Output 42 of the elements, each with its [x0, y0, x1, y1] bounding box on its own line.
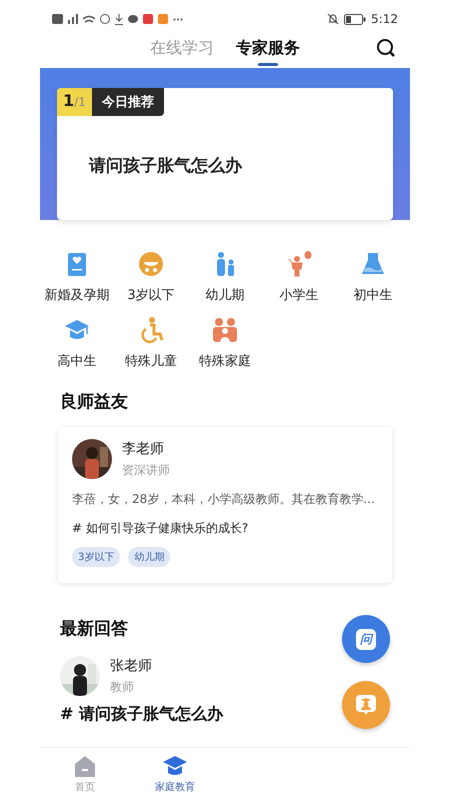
home-icon	[73, 754, 97, 776]
signal-icon	[68, 14, 78, 24]
battery-icon	[344, 14, 366, 24]
search-icon[interactable]	[376, 38, 396, 58]
app-icon	[143, 14, 153, 24]
teacher-bio: 李蓓，女，28岁，本科，小学高级教师。其在教育教学...	[72, 491, 376, 508]
teacher-name: 张老师	[110, 656, 152, 674]
category-item[interactable]: 小学生	[262, 250, 336, 304]
teacher-topic: # 如何引导孩子健康快乐的成长?	[72, 520, 250, 537]
teacher-icon	[354, 693, 378, 717]
category-item[interactable]: 新婚及孕期	[40, 250, 114, 304]
circle-icon	[100, 14, 110, 24]
page-counter: 1/1	[57, 88, 92, 116]
mute-icon	[327, 13, 340, 25]
tag-chip: 3岁以下	[72, 547, 120, 567]
wifi-icon	[83, 15, 95, 23]
graduation-cap-icon	[161, 754, 189, 776]
category-item[interactable]: 幼儿期	[188, 250, 262, 304]
section-title: 最新回答	[60, 618, 128, 640]
section-title: 良师益友	[60, 391, 128, 413]
recommend-tag: 今日推荐	[92, 88, 164, 116]
category-item[interactable]: 特殊家庭	[188, 316, 262, 370]
teacher-role: 资深讲师	[122, 462, 170, 478]
download-icon	[115, 14, 123, 24]
tag-chip: 幼儿期	[128, 547, 170, 567]
teacher-name: 李老师	[122, 440, 165, 458]
teacher-role: 教师	[110, 678, 135, 696]
hd-icon	[52, 14, 63, 24]
parents-icon	[211, 316, 239, 344]
more-icon	[173, 18, 183, 20]
ask-button[interactable]: 问	[342, 615, 390, 663]
category-item[interactable]: 初中生	[336, 250, 410, 304]
clock: 5:12	[371, 12, 398, 26]
category-item[interactable]: 高中生	[40, 316, 114, 370]
nav-tab[interactable]: 家庭教育	[130, 748, 220, 800]
category-item[interactable]: 3岁以下	[114, 250, 188, 304]
recommend-title: 请问孩子胀气怎么办	[89, 155, 244, 177]
header-tab[interactable]: 专家服务	[236, 38, 300, 66]
recommendation-card[interactable]: 1/1 今日推荐 请问孩子胀气怎么办	[57, 88, 393, 220]
category-item[interactable]: 特殊儿童	[114, 316, 188, 370]
teacher-card[interactable]: 李老师 资深讲师 李蓓，女，28岁，本科，小学高级教师。其在教育教学... # 如何引导孩子健康快乐的成长? 3岁以下 幼儿期	[58, 427, 392, 583]
answer-question[interactable]: # 请问孩子胀气怎么办	[60, 704, 223, 725]
